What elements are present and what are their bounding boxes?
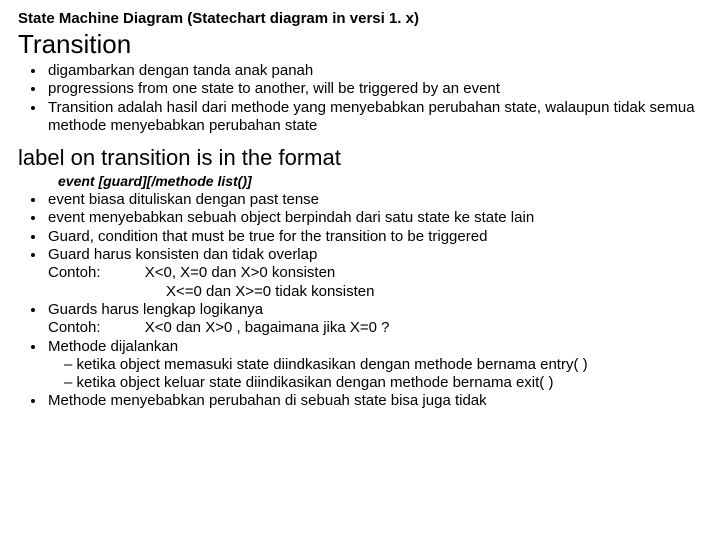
format-subtitle: event [guard][/methode list()] (58, 173, 698, 189)
bullet-item: digambarkan dengan tanda anak panah (46, 62, 698, 80)
bullet-item: Guard, condition that must be true for t… (46, 228, 698, 246)
dash-item: ketika object keluar state diindikasikan… (64, 374, 698, 392)
bullet-item: event menyebabkan sebuah object berpinda… (46, 209, 698, 227)
sub-dash-list: ketika object memasuki state diindkasika… (64, 356, 698, 393)
bullet-text: Methode dijalankan (48, 338, 178, 355)
bullet-item: event biasa dituliskan dengan past tense (46, 191, 698, 209)
bullet-item: Transition adalah hasil dari methode yan… (46, 99, 698, 136)
example-line: X<=0 dan X>=0 tidak konsisten (166, 283, 698, 301)
dash-item: ketika object memasuki state diindkasika… (64, 356, 698, 374)
slide-supertitle: State Machine Diagram (Statechart diagra… (18, 10, 698, 27)
bullet-item: Guards harus lengkap logikanya Contoh: X… (46, 301, 698, 338)
example-line: X<0 dan X>0 , bagaimana jika X=0 ? (145, 319, 390, 337)
example-line: X<0, X=0 dan X>0 konsisten (145, 264, 336, 282)
slide-title: Transition (18, 29, 698, 60)
section-heading: label on transition is in the format (18, 145, 698, 171)
bullet-item: progressions from one state to another, … (46, 80, 698, 98)
bullet-text: Guards harus lengkap logikanya (48, 301, 263, 318)
bullet-text: Guard harus konsisten dan tidak overlap (48, 246, 317, 263)
example-label: Contoh: (48, 319, 101, 337)
bullet-item: Methode menyebabkan perubahan di sebuah … (46, 392, 698, 410)
bullet-item: Guard harus konsisten dan tidak overlap … (46, 246, 698, 301)
transition-bullets: digambarkan dengan tanda anak panah prog… (46, 62, 698, 135)
label-bullets: event biasa dituliskan dengan past tense… (46, 191, 698, 411)
bullet-item: Methode dijalankan ketika object memasuk… (46, 338, 698, 393)
example-label: Contoh: (48, 264, 101, 282)
